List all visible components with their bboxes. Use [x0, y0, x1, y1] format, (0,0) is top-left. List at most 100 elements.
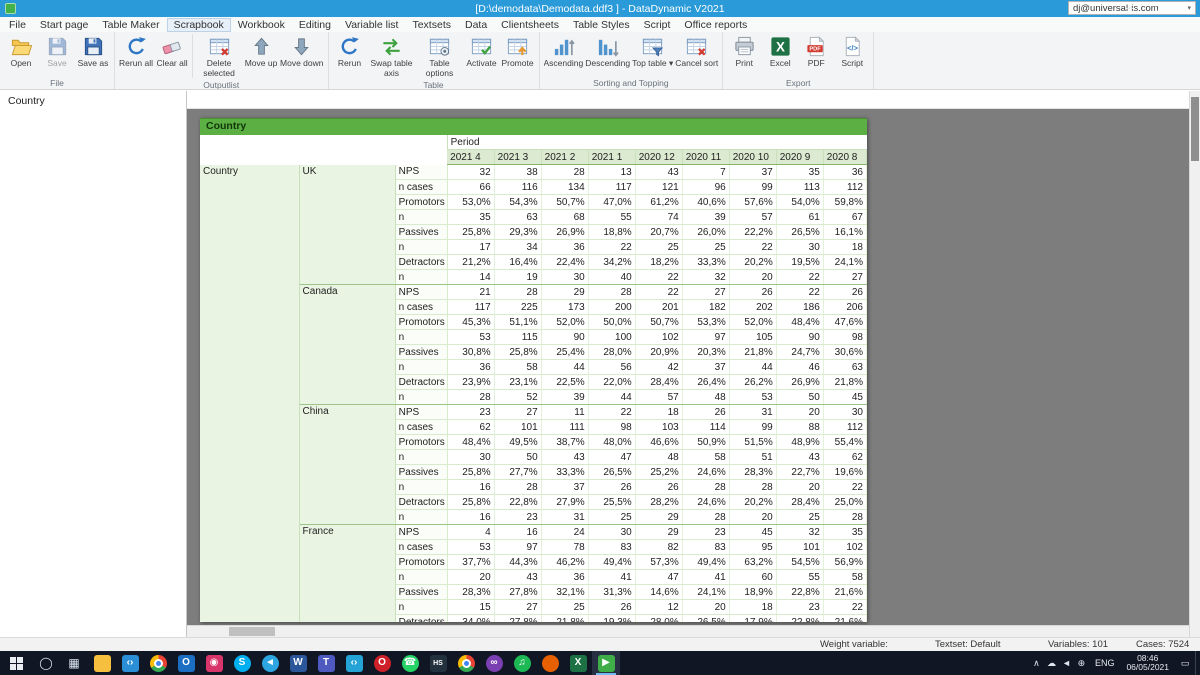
taskbar-clock[interactable]: 08:46 06/05/2021 — [1120, 654, 1175, 673]
app-logo-icon — [5, 3, 16, 14]
data-cell: 14 — [447, 270, 494, 285]
horizontal-scrollbar[interactable] — [187, 625, 1190, 637]
print-button[interactable]: Print — [726, 33, 762, 70]
taskbar-app-vscode-insiders[interactable]: ‹› — [340, 651, 368, 675]
menu-item-textsets[interactable]: Textsets — [405, 18, 458, 32]
menu-item-table-maker[interactable]: Table Maker — [95, 18, 166, 32]
data-cell: 20 — [776, 405, 823, 420]
data-cell: 26,0% — [682, 225, 729, 240]
script-button[interactable]: </>Script — [834, 33, 870, 70]
taskbar-app-opera[interactable]: O — [368, 651, 396, 675]
menu-item-data[interactable]: Data — [458, 18, 494, 32]
data-cell: 27 — [494, 600, 541, 615]
move-down-button[interactable]: Move down — [279, 33, 324, 70]
taskbar-app-excel[interactable]: X — [564, 651, 592, 675]
taskbar-app-search[interactable]: ◯ — [32, 651, 60, 675]
menu-item-office-reports[interactable]: Office reports — [677, 18, 754, 32]
cloud-icon[interactable]: ☁ — [1044, 658, 1059, 669]
taskbar-app-hs-app[interactable]: HS — [424, 651, 452, 675]
menu-item-editing[interactable]: Editing — [292, 18, 338, 32]
taskbar-app-chrome-profile-2[interactable] — [452, 651, 480, 675]
rerun-all-button[interactable]: Rerun all — [118, 33, 154, 70]
pdf-button[interactable]: PDFPDF — [798, 33, 834, 70]
taskbar-app-photos[interactable]: ◉ — [200, 651, 228, 675]
data-cell: 52,0% — [541, 315, 588, 330]
hidden-icons-chevron-icon[interactable]: ∧ — [1029, 658, 1044, 669]
taskbar-app-telegram[interactable]: ◄ — [256, 651, 284, 675]
taskbar-app-skype[interactable]: S — [228, 651, 256, 675]
menu-item-script[interactable]: Script — [637, 18, 678, 32]
stub-cell — [200, 135, 447, 150]
vertical-scrollbar[interactable] — [1189, 91, 1200, 637]
network-icon[interactable]: ⊕ — [1074, 658, 1089, 669]
data-cell: 18,9% — [729, 585, 776, 600]
data-cell: 20,3% — [682, 345, 729, 360]
promote-button[interactable]: Promote — [500, 33, 536, 70]
open-button[interactable]: Open — [3, 33, 39, 70]
rerun-button[interactable]: Rerun — [332, 33, 368, 70]
data-cell: 19 — [494, 270, 541, 285]
table-options-button[interactable]: Table options — [416, 33, 464, 79]
taskbar-app-photos-infinity[interactable]: ∞ — [480, 651, 508, 675]
menu-item-table-styles[interactable]: Table Styles — [566, 18, 637, 32]
minimize-button[interactable]: — — [1116, 0, 1144, 17]
excel-button[interactable]: XExcel — [762, 33, 798, 70]
menu-item-clientsheets[interactable]: Clientsheets — [494, 18, 566, 32]
data-cell: 55 — [776, 570, 823, 585]
taskbar-app-task-view[interactable]: ▦ — [60, 651, 88, 675]
show-desktop-button[interactable] — [1195, 651, 1200, 675]
outputlist-item-country[interactable]: Country — [0, 91, 186, 111]
data-cell: 26,5% — [682, 615, 729, 623]
menu-item-start-page[interactable]: Start page — [33, 18, 95, 32]
outputlist-panel: Country — [0, 91, 187, 637]
cancel-sort-button[interactable]: Cancel sort — [674, 33, 719, 70]
vertical-scroll-thumb[interactable] — [1191, 97, 1199, 161]
descending-button[interactable]: Descending — [584, 33, 631, 70]
taskbar-app-vscode[interactable]: ‹› — [116, 651, 144, 675]
menu-item-workbook[interactable]: Workbook — [231, 18, 292, 32]
data-cell: 28,3% — [729, 465, 776, 480]
horizontal-scroll-thumb[interactable] — [229, 627, 275, 636]
menu-item-file[interactable]: File — [2, 18, 33, 32]
taskbar-app-teams[interactable]: T — [312, 651, 340, 675]
ascending-icon — [552, 34, 575, 58]
taskbar-app-outlook[interactable]: O — [172, 651, 200, 675]
table-document[interactable]: Country Period2021 42021 32021 22021 120… — [200, 118, 867, 622]
activate-button[interactable]: Activate — [464, 33, 500, 70]
swap-table-axis-button[interactable]: Swap table axis — [368, 33, 416, 79]
maximize-button[interactable]: □ — [1144, 0, 1172, 17]
data-cell: 28 — [541, 165, 588, 180]
data-cell: 34,2% — [588, 255, 635, 270]
data-cell: 40,6% — [682, 195, 729, 210]
taskbar-app-whatsapp[interactable]: ☎ — [396, 651, 424, 675]
data-cell: 47 — [635, 570, 682, 585]
speaker-icon[interactable]: ◄ — [1059, 658, 1074, 668]
move-up-button[interactable]: Move up — [243, 33, 279, 70]
action-center-icon[interactable]: ▭ — [1175, 658, 1195, 669]
delete-selected-button[interactable]: Delete selected — [195, 33, 243, 79]
data-cell: 19,3% — [588, 615, 635, 623]
menu-item-variable-list[interactable]: Variable list — [338, 18, 406, 32]
taskbar-app-datadynamic[interactable]: ▶ — [592, 651, 620, 675]
taskbar-app-file-explorer[interactable] — [88, 651, 116, 675]
data-cell: 47 — [588, 450, 635, 465]
save-as-button[interactable]: Save as — [75, 33, 111, 70]
top-table-button[interactable]: Top table ▾ — [631, 33, 674, 70]
close-button[interactable]: × — [1172, 0, 1200, 17]
data-cell: 54,5% — [776, 555, 823, 570]
data-cell: 28,3% — [447, 585, 494, 600]
taskbar-app-firefox[interactable] — [536, 651, 564, 675]
data-cell: 20 — [729, 270, 776, 285]
data-cell: 21,2% — [447, 255, 494, 270]
ascending-button[interactable]: Ascending — [543, 33, 585, 70]
taskbar-app-spotify[interactable]: ♫ — [508, 651, 536, 675]
data-cell: 90 — [541, 330, 588, 345]
data-cell: 22,0% — [588, 375, 635, 390]
taskbar-app-chrome[interactable] — [144, 651, 172, 675]
taskbar-app-word[interactable]: W — [284, 651, 312, 675]
clear-all-button[interactable]: Clear all — [154, 33, 190, 70]
menu-item-scrapbook[interactable]: Scrapbook — [167, 18, 231, 32]
start-button[interactable] — [0, 651, 32, 675]
language-indicator[interactable]: ENG — [1089, 658, 1121, 668]
promote-icon — [506, 34, 529, 58]
